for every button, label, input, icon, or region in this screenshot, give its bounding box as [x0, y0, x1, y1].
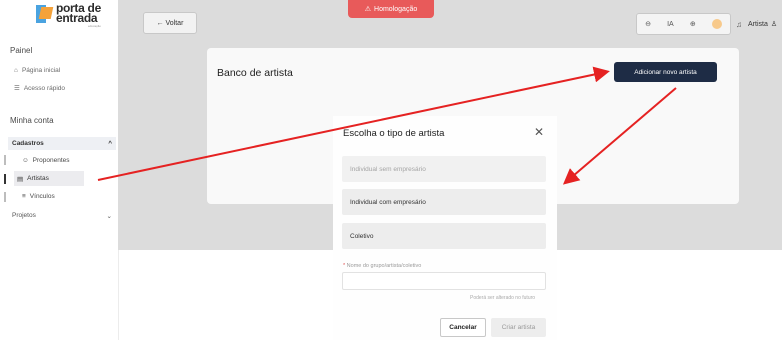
annotation-arrow: [562, 87, 677, 185]
annotation-arrows: [97, 66, 677, 185]
annotation-arrow: [97, 66, 610, 181]
